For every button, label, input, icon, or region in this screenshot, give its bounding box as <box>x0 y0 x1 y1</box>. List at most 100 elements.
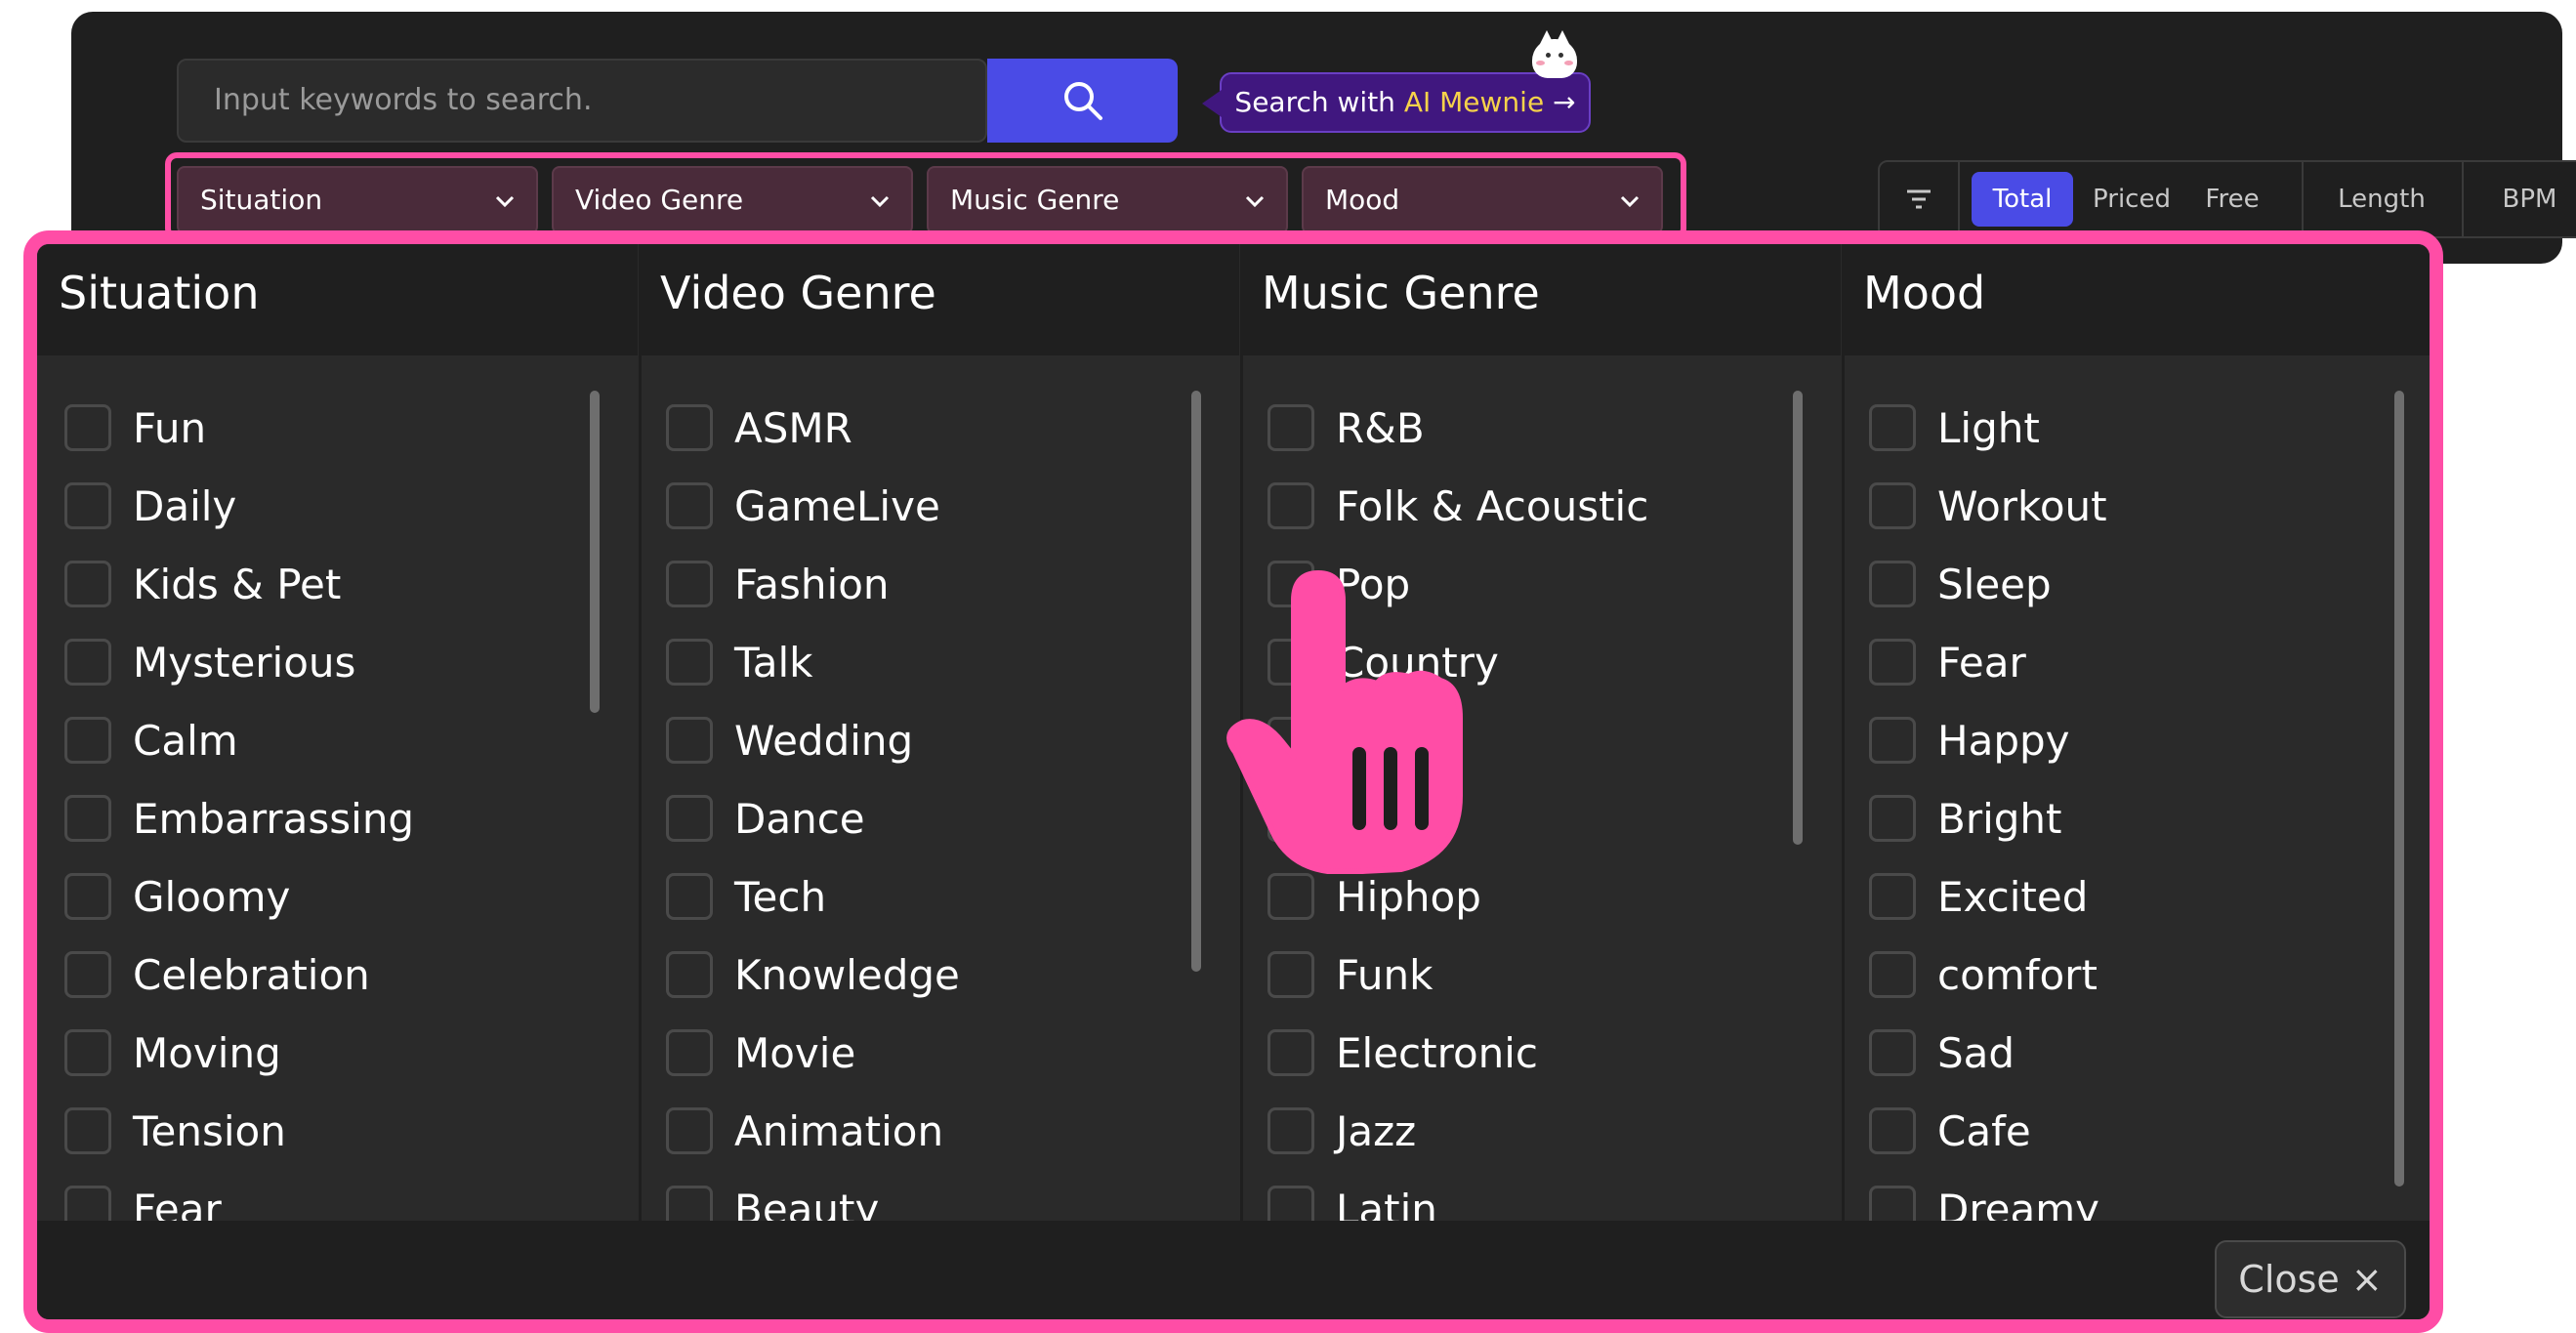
checkbox[interactable] <box>64 951 111 998</box>
checkbox-item[interactable]: Light <box>1869 400 2040 455</box>
checkbox[interactable] <box>666 561 713 607</box>
music-genre-dropdown[interactable]: Music Genre <box>927 166 1288 234</box>
checkbox-item[interactable]: Embarrassing <box>64 791 414 846</box>
checkbox-item[interactable]: Wedding <box>666 713 913 768</box>
checkbox-item[interactable]: Fashion <box>666 557 890 611</box>
sort-priced-button[interactable]: Priced <box>2081 162 2182 236</box>
checkbox[interactable] <box>666 795 713 842</box>
checkbox-item[interactable]: ASMR <box>666 400 852 455</box>
checkbox-label: Tension <box>133 1106 286 1155</box>
checkbox-item[interactable]: Happy <box>1869 713 2070 768</box>
checkbox-item[interactable]: Moving <box>64 1025 281 1080</box>
mood-dropdown[interactable]: Mood <box>1302 166 1663 234</box>
sort-total-button[interactable]: Total <box>1972 172 2073 227</box>
checkbox-item[interactable]: Jazz <box>1267 1104 1416 1158</box>
checkbox-item[interactable]: Folk & Acoustic <box>1267 479 1648 533</box>
checkbox-item[interactable]: Funk <box>1267 947 1433 1002</box>
scrollbar[interactable] <box>2394 391 2404 1187</box>
search-button[interactable] <box>987 59 1178 143</box>
checkbox[interactable] <box>64 561 111 607</box>
checkbox-item[interactable]: comfort <box>1869 947 2098 1002</box>
checkbox-item[interactable]: Hiphop <box>1267 869 1481 924</box>
checkbox[interactable] <box>1869 717 1916 764</box>
checkbox[interactable] <box>666 639 713 686</box>
checkbox[interactable] <box>1267 1029 1314 1076</box>
checkbox-item[interactable]: Celebration <box>64 947 370 1002</box>
top-bar: Input keywords to search. Search with AI… <box>71 12 2576 264</box>
checkbox-item[interactable]: Tech <box>666 869 826 924</box>
checkbox-item[interactable]: Mysterious <box>64 635 355 689</box>
checkbox-item[interactable]: Calm <box>64 713 238 768</box>
checkbox[interactable] <box>64 1107 111 1154</box>
chevron-down-icon <box>1620 195 1640 208</box>
checkbox[interactable] <box>666 1029 713 1076</box>
checkbox[interactable] <box>666 873 713 920</box>
checkbox[interactable] <box>1869 1107 1916 1154</box>
checkbox[interactable] <box>1267 1107 1314 1154</box>
scrollbar[interactable] <box>590 391 600 713</box>
checkbox[interactable] <box>1267 951 1314 998</box>
checkbox-item[interactable]: Electronic <box>1267 1025 1538 1080</box>
checkbox[interactable] <box>666 1107 713 1154</box>
checkbox[interactable] <box>64 404 111 451</box>
sort-free-button[interactable]: Free <box>2190 162 2274 236</box>
checkbox-item[interactable]: Talk <box>666 635 812 689</box>
video-genre-dropdown[interactable]: Video Genre <box>552 166 913 234</box>
checkbox[interactable] <box>1869 795 1916 842</box>
situation-dropdown[interactable]: Situation <box>177 166 538 234</box>
checkbox-label: Talk <box>734 638 813 687</box>
checkbox-item[interactable]: Daily <box>64 479 236 533</box>
checkbox[interactable] <box>1267 404 1314 451</box>
checkbox-item[interactable]: Excited <box>1869 869 2088 924</box>
checkbox[interactable] <box>1267 482 1314 529</box>
checkbox[interactable] <box>1869 482 1916 529</box>
checkbox-label: Sleep <box>1937 560 2052 608</box>
checkbox[interactable] <box>666 717 713 764</box>
checkbox-item[interactable]: Bright <box>1869 791 2062 846</box>
checkbox-item[interactable]: Gloomy <box>64 869 290 924</box>
checkbox-label: Wedding <box>734 716 914 765</box>
checkbox[interactable] <box>64 795 111 842</box>
checkbox[interactable] <box>64 482 111 529</box>
checkbox-item[interactable]: GameLive <box>666 479 940 533</box>
checkbox[interactable] <box>64 873 111 920</box>
checkbox[interactable] <box>1869 1029 1916 1076</box>
search-input[interactable]: Input keywords to search. <box>177 59 987 143</box>
checkbox[interactable] <box>1267 873 1314 920</box>
checkbox[interactable] <box>666 951 713 998</box>
ai-search-button[interactable]: Search with AI Mewnie → <box>1202 72 1591 133</box>
checkbox-item[interactable]: Fear <box>1869 635 2026 689</box>
checkbox-item[interactable]: Movie <box>666 1025 855 1080</box>
checkbox[interactable] <box>1869 404 1916 451</box>
checkbox[interactable] <box>1869 639 1916 686</box>
checkbox-item[interactable]: R&B <box>1267 400 1425 455</box>
checkbox-item[interactable]: Animation <box>666 1104 943 1158</box>
checkbox-item[interactable]: Dance <box>666 791 865 846</box>
checkbox[interactable] <box>64 717 111 764</box>
checkbox-item[interactable]: Cafe <box>1869 1104 2031 1158</box>
checkbox[interactable] <box>64 1029 111 1076</box>
checkbox-label: Embarrassing <box>133 794 415 843</box>
checkbox-item[interactable]: Fun <box>64 400 206 455</box>
checkbox-item[interactable]: Sleep <box>1869 557 2052 611</box>
checkbox-item[interactable]: Tension <box>64 1104 286 1158</box>
checkbox-label: Fashion <box>734 560 890 608</box>
checkbox[interactable] <box>64 639 111 686</box>
sort-bpm-button[interactable]: BPM <box>2464 162 2576 236</box>
checkbox-label: Workout <box>1937 481 2107 530</box>
filter-lines-icon[interactable] <box>1880 162 1958 236</box>
checkbox[interactable] <box>1869 951 1916 998</box>
checkbox-item[interactable]: Knowledge <box>666 947 960 1002</box>
sort-length-button[interactable]: Length <box>2304 162 2460 236</box>
checkbox[interactable] <box>1869 561 1916 607</box>
scrollbar[interactable] <box>1793 391 1803 845</box>
chevron-down-icon <box>1245 195 1265 208</box>
checkbox[interactable] <box>666 482 713 529</box>
checkbox-item[interactable]: Sad <box>1869 1025 2015 1080</box>
checkbox[interactable] <box>1869 873 1916 920</box>
checkbox-item[interactable]: Kids & Pet <box>64 557 341 611</box>
close-button[interactable]: Close × <box>2215 1240 2406 1318</box>
checkbox-item[interactable]: Workout <box>1869 479 2107 533</box>
checkbox-label: Fear <box>1937 638 2026 687</box>
checkbox[interactable] <box>666 404 713 451</box>
